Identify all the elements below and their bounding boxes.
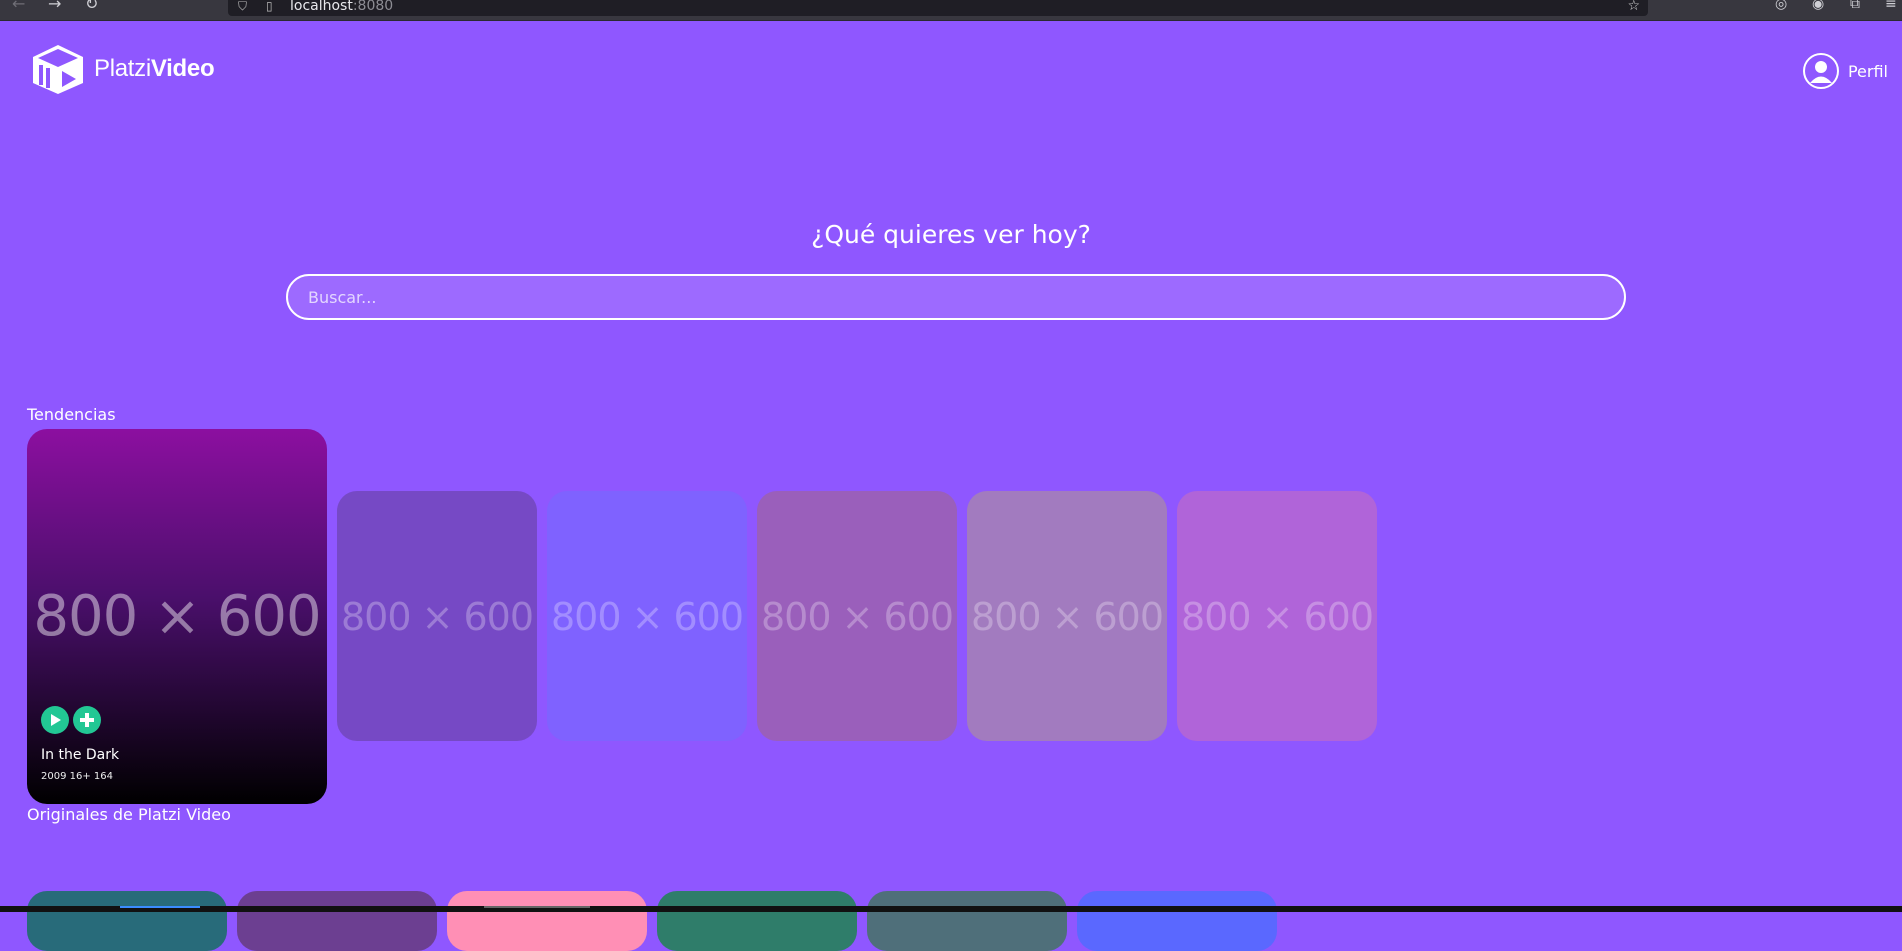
search-title: ¿Qué quieres ver hoy? (811, 220, 1091, 249)
card-image-placeholder: 800 × 600 (550, 595, 744, 639)
play-icon[interactable] (41, 706, 69, 734)
back-icon[interactable]: ← (12, 0, 25, 12)
forward-icon[interactable]: → (48, 0, 61, 12)
url-text: localhost:8080 (290, 0, 394, 14)
carousel-item[interactable]: 800 × 600 (967, 491, 1167, 741)
carousel-item[interactable] (867, 891, 1067, 951)
carousel-item[interactable]: 800 × 600 (547, 491, 747, 741)
logo-text: PlatziVideo (94, 55, 215, 82)
taskbar-indicator (484, 906, 590, 908)
profile-menu[interactable]: Perfil (1802, 52, 1888, 90)
platzi-video-logo[interactable]: PlatziVideo (30, 43, 215, 95)
section-title-originals: Originales de Platzi Video (27, 805, 231, 824)
bookmark-star-icon[interactable]: ☆ (1627, 0, 1640, 14)
card-image-placeholder: 800 × 600 (1180, 595, 1374, 639)
downloads-icon[interactable]: ◎ (1775, 0, 1787, 11)
url-bar[interactable]: ⛉ ▯ localhost:8080 ☆ (228, 0, 1648, 16)
carousel-item[interactable] (237, 891, 437, 951)
taskbar-active-indicator (120, 906, 200, 908)
carousel-item[interactable] (27, 891, 227, 951)
featured-card[interactable]: 800 × 600 In the Dark 2009 16+ 164 (27, 429, 327, 804)
card-actions (41, 706, 101, 734)
browser-toolbar: ← → ↻ ⛉ ▯ localhost:8080 ☆ ◎ ◉ ⧉ ≡ (0, 0, 1902, 21)
card-image-placeholder: 800 × 600 (340, 595, 534, 639)
carousel-item[interactable] (1077, 891, 1277, 951)
user-avatar-icon (1802, 53, 1839, 89)
add-icon[interactable] (73, 706, 101, 734)
taskbar (0, 906, 1902, 912)
section-title-trends: Tendencias (27, 405, 116, 424)
search-input[interactable] (286, 274, 1626, 320)
carousel-item[interactable]: 800 × 600 (1177, 491, 1377, 741)
card-image-placeholder: 800 × 600 (970, 595, 1164, 639)
cube-logo-icon (33, 45, 83, 94)
card-image-placeholder: 800 × 600 (33, 584, 321, 649)
page-info-icon[interactable]: ▯ (266, 0, 273, 13)
carousel-item[interactable]: 800 × 600 (757, 491, 957, 741)
carousel-item[interactable]: 800 × 600 (337, 491, 537, 741)
shield-icon: ⛉ (238, 0, 248, 13)
extensions-icon[interactable]: ⧉ (1850, 0, 1860, 11)
card-title: In the Dark (41, 747, 120, 763)
reload-icon[interactable]: ↻ (85, 0, 98, 12)
carousel-item[interactable] (657, 891, 857, 951)
menu-icon[interactable]: ≡ (1885, 0, 1897, 11)
account-icon[interactable]: ◉ (1812, 0, 1824, 11)
profile-label: Perfil (1847, 61, 1888, 81)
carousel-item[interactable] (447, 891, 647, 951)
card-meta: 2009 16+ 164 (41, 771, 113, 782)
card-image-placeholder: 800 × 600 (760, 595, 954, 639)
